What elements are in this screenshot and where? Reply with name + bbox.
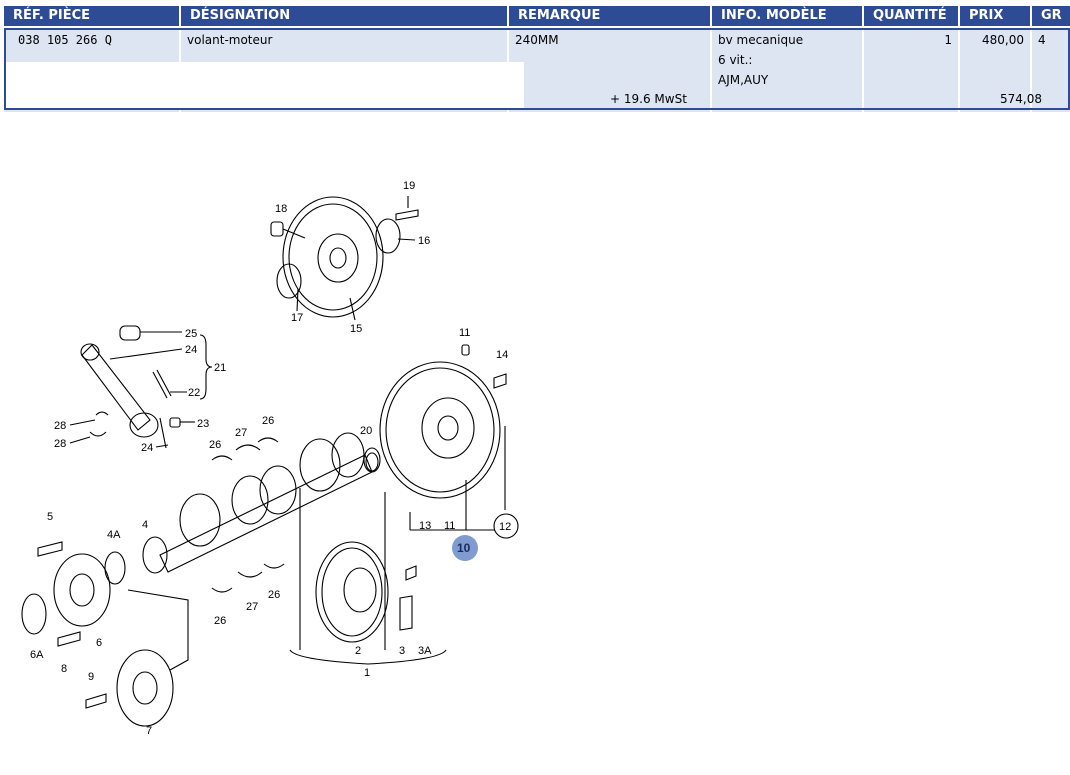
pulley-assembly	[21, 536, 189, 727]
label-28-bottom[interactable]: 28	[54, 438, 66, 450]
label-26-b[interactable]: 26	[209, 439, 221, 451]
label-14[interactable]: 14	[496, 349, 508, 361]
label-2[interactable]: 2	[355, 645, 361, 657]
exploded-parts-diagram: 1 2 3 3A 4 4A 5 6 6A 7 8 9 10 11 11 12 1…	[21, 180, 519, 737]
label-3[interactable]: 3	[399, 645, 405, 657]
label-26-a[interactable]: 26	[262, 415, 274, 427]
label-19[interactable]: 19	[403, 180, 415, 192]
label-28-top[interactable]: 28	[54, 420, 66, 432]
label-11-bottom[interactable]: 11	[444, 520, 455, 532]
label-4a[interactable]: 4A	[107, 529, 121, 541]
crankshaft	[159, 432, 381, 593]
label-10[interactable]: 10	[457, 541, 471, 555]
label-12[interactable]: 12	[499, 521, 511, 533]
label-22[interactable]: 22	[188, 387, 200, 399]
label-23[interactable]: 23	[197, 418, 209, 430]
label-24-bottom[interactable]: 24	[141, 442, 153, 454]
label-27-bottom[interactable]: 27	[246, 601, 258, 613]
part-labels: 1 2 3 3A 4 4A 5 6 6A 7 8 9 10 11 11 12 1…	[30, 180, 519, 737]
label-16[interactable]: 16	[418, 235, 430, 247]
label-26-d[interactable]: 26	[214, 615, 226, 627]
label-21[interactable]: 21	[214, 362, 226, 374]
label-15[interactable]: 15	[350, 323, 362, 335]
label-20[interactable]: 20	[360, 425, 372, 437]
label-24-top[interactable]: 24	[185, 344, 197, 356]
label-26-c[interactable]: 26	[268, 589, 280, 601]
flywheel-plate-assembly	[270, 196, 419, 321]
label-6[interactable]: 6	[96, 637, 102, 649]
label-5[interactable]: 5	[47, 511, 53, 523]
label-11-top[interactable]: 11	[459, 327, 470, 339]
ring-gear-plate	[289, 488, 447, 665]
label-8[interactable]: 8	[61, 663, 67, 675]
label-1[interactable]: 1	[364, 667, 370, 679]
label-7[interactable]: 7	[146, 725, 152, 737]
dual-mass-flywheel	[365, 344, 507, 531]
label-18[interactable]: 18	[275, 203, 287, 215]
label-6a[interactable]: 6A	[30, 649, 44, 661]
label-27-top[interactable]: 27	[235, 427, 247, 439]
label-25[interactable]: 25	[185, 328, 197, 340]
label-9[interactable]: 9	[88, 671, 94, 683]
label-13[interactable]: 13	[419, 520, 431, 532]
label-3a[interactable]: 3A	[418, 645, 432, 657]
label-17[interactable]: 17	[291, 312, 303, 324]
label-4[interactable]: 4	[142, 519, 148, 531]
